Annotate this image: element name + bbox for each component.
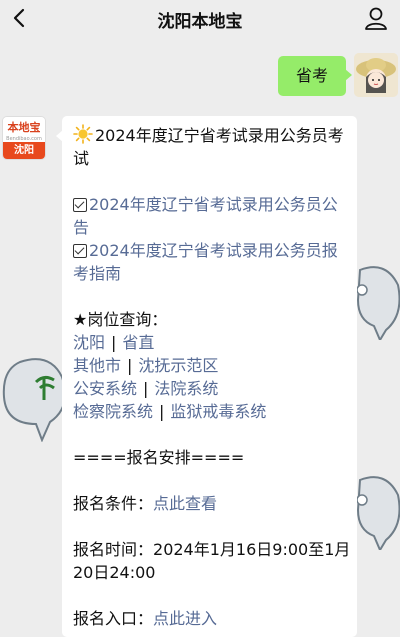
conditions-link[interactable]: 点此查看 xyxy=(153,494,217,513)
entry-label: 报名入口： xyxy=(73,609,154,628)
user-message-text: 省考 xyxy=(295,66,328,85)
separator: | xyxy=(127,356,133,375)
post-link-court[interactable]: 法院系统 xyxy=(154,379,218,398)
post-link-procuratorate[interactable]: 检察院系统 xyxy=(73,402,153,421)
post-link-prison[interactable]: 监狱戒毒系统 xyxy=(170,402,266,421)
separator: | xyxy=(143,379,149,398)
posts-row: 公安系统 | 法院系统 xyxy=(73,377,353,400)
decorative-speech-bubble-right-bottom xyxy=(356,476,400,550)
decorative-speech-bubble-left xyxy=(2,358,66,442)
logo: 本地宝 Bendibao.com xyxy=(3,117,45,144)
conditions-label: 报名条件： xyxy=(73,494,154,513)
post-link-provincial[interactable]: 省直 xyxy=(122,333,154,352)
entry-link[interactable]: 点此进入 xyxy=(153,609,217,628)
announcement-link-row: 2024年度辽宁省考试录用公务员公告 xyxy=(73,193,353,239)
user-avatar[interactable] xyxy=(354,53,398,97)
post-link-police[interactable]: 公安系统 xyxy=(73,379,137,398)
logo-city: 沈阳 xyxy=(3,142,45,159)
avatar-girl-icon xyxy=(354,53,398,97)
post-link-shenyang[interactable]: 沈阳 xyxy=(73,333,105,352)
posts-row: 其他市 | 沈抚示范区 xyxy=(73,354,353,377)
schedule-title: ====报名安排==== xyxy=(73,448,245,467)
logo-text: 本地宝 xyxy=(7,121,41,134)
guide-link[interactable]: 2024年度辽宁省考试录用公务员报考指南 xyxy=(73,241,338,283)
posts-row: 检察院系统 | 监狱戒毒系统 xyxy=(73,400,353,423)
time-label: 报名时间： xyxy=(73,540,154,559)
sun-icon xyxy=(73,124,93,144)
separator: | xyxy=(111,333,117,352)
message-heading: 2024年度辽宁省考试录用公务员考试 xyxy=(73,124,353,170)
decorative-speech-bubble-right-top xyxy=(356,266,400,340)
conditions-row: 报名条件：点此查看 xyxy=(73,492,353,515)
post-link-other-cities[interactable]: 其他市 xyxy=(73,356,121,375)
top-bar: 沈阳本地宝 xyxy=(0,0,400,38)
announcement-link[interactable]: 2024年度辽宁省考试录用公务员公告 xyxy=(73,195,338,237)
posts-label: ★岗位查询： xyxy=(73,310,168,329)
checkbox-icon xyxy=(73,198,87,212)
profile-icon[interactable] xyxy=(362,4,390,32)
post-link-shenfu[interactable]: 沈抚示范区 xyxy=(138,356,218,375)
user-message-bubble[interactable]: 省考 xyxy=(278,56,352,96)
heading-text: 2024年度辽宁省考试录用公务员考试 xyxy=(73,126,344,168)
separator: | xyxy=(159,402,165,421)
chat-title: 沈阳本地宝 xyxy=(157,12,243,32)
bot-avatar[interactable]: 本地宝 Bendibao.com 沈阳 xyxy=(2,116,46,160)
time-row: 报名时间：2024年1月16日9:00至1月20日24:00 xyxy=(73,538,353,584)
bot-message-content: 2024年度辽宁省考试录用公务员考试 2024年度辽宁省考试录用公务员公告 20… xyxy=(73,124,353,630)
entry-row: 报名入口：点此进入 xyxy=(73,607,353,630)
posts-row: 沈阳 | 省直 xyxy=(73,331,353,354)
checkbox-icon xyxy=(73,244,87,258)
guide-link-row: 2024年度辽宁省考试录用公务员报考指南 xyxy=(73,239,353,285)
